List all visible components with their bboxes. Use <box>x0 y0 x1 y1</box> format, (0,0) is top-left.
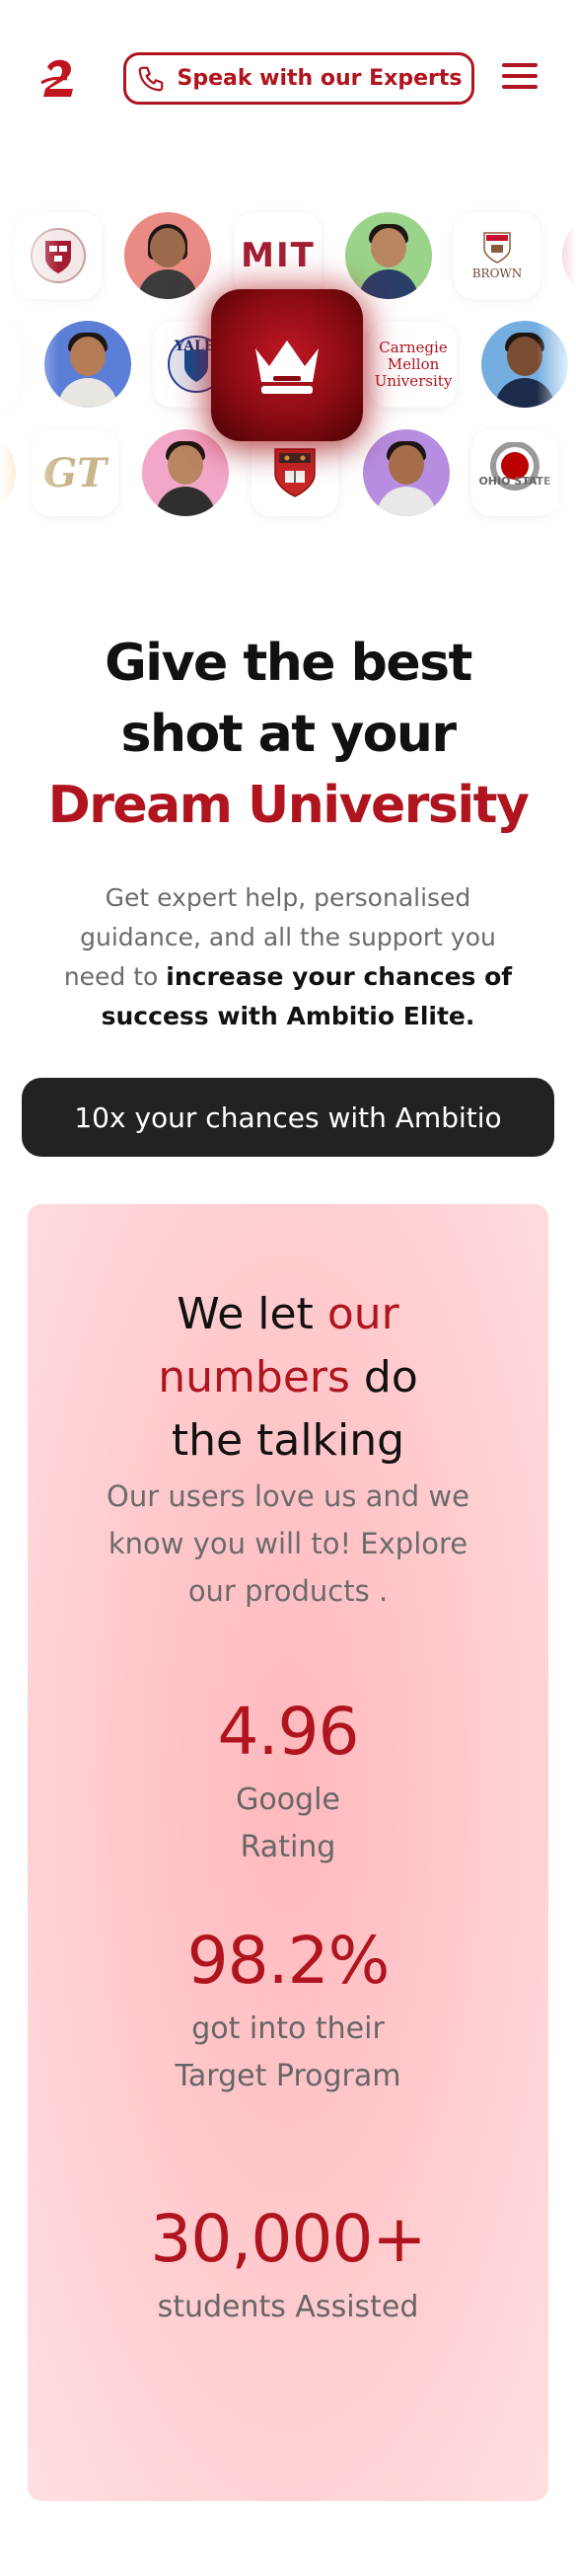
hero-title-line1: Give the best <box>105 634 472 693</box>
ambitio-logo-icon[interactable] <box>37 53 81 103</box>
grid-fade-right <box>537 202 576 538</box>
stats-title: We let our numbers do the talking <box>28 1283 548 1473</box>
mit-logo-text: MIT <box>241 236 316 275</box>
ohio-state-shield-icon <box>490 442 540 491</box>
stat-item-students: 30,000+ students Assisted <box>28 2195 548 2331</box>
cmu-line3: University <box>374 371 453 390</box>
crown-icon <box>255 341 319 394</box>
yale-logo-text: YALE <box>175 339 215 354</box>
cmu-line2: Mellon <box>387 354 440 373</box>
hero-title-line3: Dream University <box>47 776 530 835</box>
grid-fade-left <box>0 202 59 538</box>
ambitio-crown-tile <box>211 289 363 441</box>
brown-logo-text: BROWN <box>471 266 523 280</box>
stat-item-target-program: 98.2% got into their Target Program <box>28 1917 548 2100</box>
stats-title-part3: numbers <box>158 1352 350 1402</box>
cmu-logo-tile: Carnegie Mellon University <box>370 321 457 408</box>
stat-label: got into their Target Program <box>175 2011 401 2093</box>
stats-title-part5: the talking <box>171 1415 405 1466</box>
student-avatar <box>363 429 450 516</box>
phone-icon <box>138 66 163 91</box>
brown-logo-tile: BROWN <box>454 212 540 299</box>
stats-subtitle: Our users love us and we know you will t… <box>107 1479 469 1608</box>
stat-value: 98.2% <box>186 1923 391 1999</box>
hero-title: Give the best shot at your Dream Univers… <box>0 628 576 841</box>
cta-label: Speak with our Experts <box>177 66 463 91</box>
brown-shield-icon <box>483 232 511 264</box>
cambridge-shield-icon <box>274 448 316 497</box>
stat-value: 4.96 <box>217 1694 360 1770</box>
ten-x-chances-button[interactable]: 10x your chances with Ambitio <box>22 1078 554 1157</box>
stat-label: students Assisted <box>157 2290 419 2324</box>
hero-description: Get expert help, personalised guidance, … <box>59 878 517 1036</box>
stat-value: 30,000+ <box>150 2201 426 2277</box>
hamburger-menu-icon[interactable] <box>502 61 540 91</box>
mit-logo-tile: MIT <box>235 212 322 299</box>
stats-title-part2: our <box>326 1289 399 1339</box>
speak-with-experts-button[interactable]: Speak with our Experts <box>123 52 474 105</box>
student-avatar <box>142 429 229 516</box>
cmu-line1: Carnegie <box>379 338 448 356</box>
stats-title-part4: do <box>349 1352 418 1402</box>
cambridge-logo-tile <box>252 429 338 516</box>
student-avatar <box>345 212 432 299</box>
stats-card: We let our numbers do the talking Our us… <box>28 1204 548 2501</box>
stat-label: Google Rating <box>236 1782 340 1864</box>
stat-item-rating: 4.96 Google Rating <box>28 1688 548 1871</box>
site-header: Speak with our Experts <box>0 0 576 158</box>
student-avatar <box>124 212 211 299</box>
stats-title-part1: We let <box>177 1289 327 1339</box>
hero-title-line2: shot at your <box>120 705 458 764</box>
